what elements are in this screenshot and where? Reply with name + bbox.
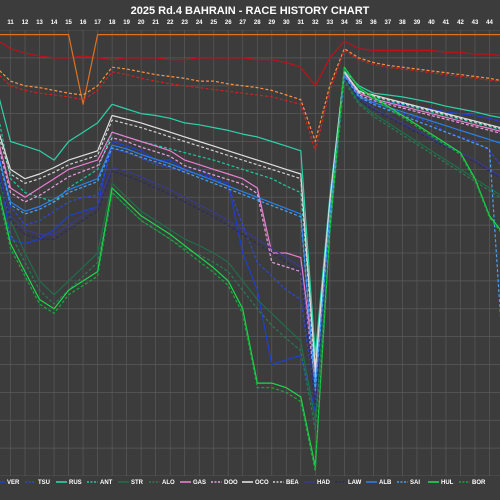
x-tick-label: 32: [312, 20, 319, 26]
x-tick-label: 21: [152, 20, 159, 26]
legend-label-oco: OCO: [255, 480, 269, 486]
x-tick-label: 35: [356, 20, 363, 26]
x-tick-label: 17: [94, 20, 101, 26]
x-tick-label: 42: [457, 20, 464, 26]
x-tick-label: 38: [399, 20, 406, 26]
race-history-chart: 2025 Rd.4 BAHRAIN - RACE HISTORY CHART 1…: [0, 0, 500, 500]
chart-title: 2025 Rd.4 BAHRAIN - RACE HISTORY CHART: [131, 5, 370, 17]
legend-label-alb: ALB: [379, 480, 392, 486]
x-tick-label: 30: [283, 20, 290, 26]
legend-label-ver: VER: [7, 480, 20, 486]
x-tick-label: 37: [385, 20, 392, 26]
x-tick-label: 22: [167, 20, 174, 26]
x-tick-label: 15: [65, 20, 72, 26]
legend-label-rus: RUS: [69, 480, 82, 486]
legend-label-gas: GAS: [193, 480, 206, 486]
x-tick-label: 24: [196, 20, 203, 26]
chart-background: [0, 0, 500, 500]
x-tick-label: 18: [109, 20, 116, 26]
x-tick-label: 13: [36, 20, 43, 26]
legend-label-bor: BOR: [472, 480, 486, 486]
x-tick-label: 12: [22, 20, 29, 26]
x-tick-label: 11: [7, 20, 14, 26]
chart-canvas: 2025 Rd.4 BAHRAIN - RACE HISTORY CHART 1…: [0, 0, 500, 500]
legend-label-law: LAW: [348, 480, 362, 486]
x-tick-label: 16: [80, 20, 87, 26]
x-tick-label: 23: [181, 20, 188, 26]
x-tick-label: 33: [326, 20, 333, 26]
x-tick-label: 14: [51, 20, 58, 26]
x-tick-label: 19: [123, 20, 130, 26]
legend-label-hul: HUL: [441, 480, 454, 486]
legend-label-bea: BEA: [286, 480, 299, 486]
x-tick-label: 34: [341, 20, 348, 26]
legend-label-str: STR: [131, 480, 144, 486]
x-tick-label: 41: [443, 20, 450, 26]
x-tick-label: 36: [370, 20, 377, 26]
x-tick-label: 20: [138, 20, 145, 26]
legend-label-ant: ANT: [100, 480, 113, 486]
x-tick-label: 31: [297, 20, 304, 26]
x-tick-label: 43: [472, 20, 479, 26]
x-tick-label: 29: [268, 20, 275, 26]
x-tick-label: 26: [225, 20, 232, 26]
legend-label-had: HAD: [317, 480, 331, 486]
legend-label-tsu: TSU: [38, 480, 50, 486]
x-tick-label: 27: [239, 20, 246, 26]
x-tick-label: 40: [428, 20, 435, 26]
legend-label-doo: DOO: [224, 480, 238, 486]
x-tick-label: 44: [486, 20, 493, 26]
legend-label-alo: ALO: [162, 480, 175, 486]
x-tick-label: 25: [210, 20, 217, 26]
x-tick-label: 39: [414, 20, 421, 26]
legend-label-sai: SAI: [410, 480, 420, 486]
x-tick-label: 28: [254, 20, 261, 26]
